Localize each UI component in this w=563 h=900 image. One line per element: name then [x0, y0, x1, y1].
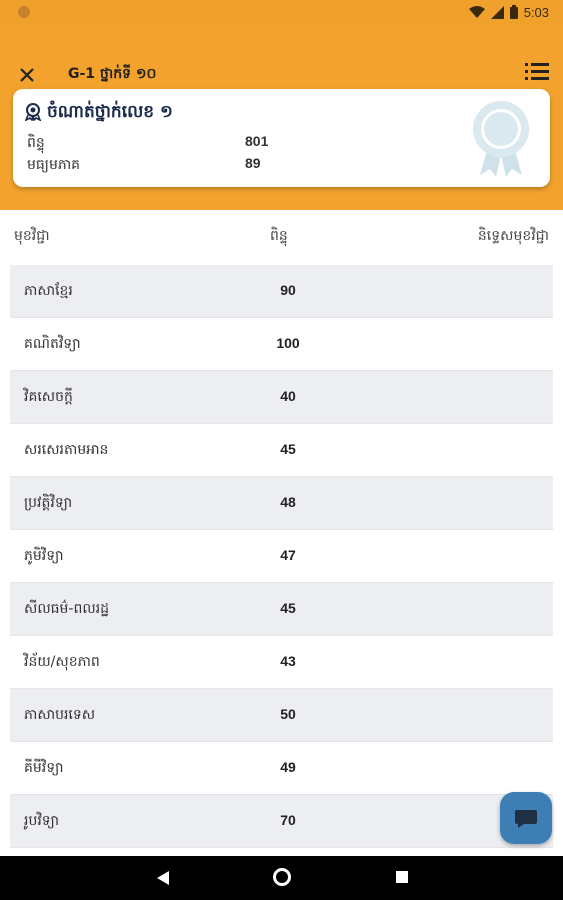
subject-score: 47	[280, 547, 296, 563]
close-icon	[20, 68, 34, 82]
header-subject: មុខវិជ្ជា	[14, 228, 50, 244]
chat-button[interactable]	[500, 792, 552, 844]
subject-name: ភូមិវិទ្យា	[24, 548, 64, 564]
subject-list: ភាសាខ្មែរ 90 គណិតវិទ្យា 100 វិគសេចក្តី 40 ស…	[10, 265, 553, 848]
page-title: G-1 ថ្នាក់ទី ១០	[68, 66, 157, 82]
score-value: 801	[245, 133, 269, 149]
subject-score: 100	[276, 335, 300, 351]
average-value: 89	[245, 155, 261, 171]
table-row[interactable]: វិន័យ/សុខភាព 43	[10, 636, 553, 689]
table-row[interactable]: គណិតវិទ្យា 100	[10, 318, 553, 371]
back-icon[interactable]	[157, 871, 169, 885]
recent-apps-icon[interactable]	[396, 871, 408, 883]
rank-summary-card: ចំណាត់ថ្នាក់លេខ ១ ពិន្ទុ 801 មធ្យមភាគ 89	[13, 89, 550, 187]
subject-name: រូបវិទ្យា	[24, 813, 60, 829]
score-label: ពិន្ទុ	[27, 135, 45, 151]
table-row[interactable]: គីមីវិទ្យា 49	[10, 742, 553, 795]
chat-icon	[515, 810, 537, 828]
subject-score: 90	[280, 282, 296, 298]
medal-icon	[25, 103, 41, 121]
list-menu-button[interactable]	[525, 62, 551, 86]
award-badge-icon	[473, 101, 529, 177]
subject-score: 70	[280, 812, 296, 828]
system-nav-bar	[0, 856, 563, 900]
subject-name: ប្រវត្តិវិទ្យា	[24, 495, 73, 511]
subject-name: គណិតវិទ្យា	[24, 336, 81, 352]
header-grade: និទ្ទេសមុខវិជ្ជា	[477, 228, 549, 244]
subject-score: 48	[280, 494, 296, 510]
subject-name: វិន័យ/សុខភាព	[24, 654, 100, 670]
battery-icon	[509, 5, 518, 19]
subject-name: ភាសាខ្មែរ	[24, 283, 73, 299]
notification-dot-icon	[18, 6, 30, 18]
table-row[interactable]: សរសេរតាមអាន 45	[10, 424, 553, 477]
table-row[interactable]: ប្រវត្តិវិទ្យា 48	[10, 477, 553, 530]
subject-name: វិគសេចក្តី	[24, 389, 73, 405]
table-row[interactable]: រូបវិទ្យា 70	[10, 795, 553, 848]
subject-score: 50	[280, 706, 296, 722]
status-bar: 5:03	[0, 0, 563, 24]
table-row[interactable]: ភាសាខ្មែរ 90	[10, 265, 553, 318]
subject-name: សរសេរតាមអាន	[24, 442, 109, 458]
table-row[interactable]: ភូមិវិទ្យា 47	[10, 530, 553, 583]
subject-score: 45	[280, 600, 296, 616]
subject-name: គីមីវិទ្យា	[24, 760, 64, 776]
table-row[interactable]: សីលធម៌-ពលរដ្ឋ 45	[10, 583, 553, 636]
subject-score: 45	[280, 441, 296, 457]
table-row[interactable]: វិគសេចក្តី 40	[10, 371, 553, 424]
table-header: មុខវិជ្ជា ពិន្ទុ និទ្ទេសមុខវិជ្ជា	[0, 210, 563, 260]
subject-score: 40	[280, 388, 296, 404]
close-button[interactable]	[14, 62, 40, 88]
subject-name: ភាសាបរទេស	[24, 707, 96, 723]
home-icon[interactable]	[273, 868, 291, 886]
list-icon	[525, 63, 549, 80]
status-icons: 5:03	[468, 3, 549, 21]
table-row[interactable]: ភាសាបរទេស 50	[10, 689, 553, 742]
subject-score: 49	[280, 759, 296, 775]
signal-icon	[490, 5, 504, 19]
subject-score: 43	[280, 653, 296, 669]
status-time: 5:03	[523, 4, 549, 20]
header-score: ពិន្ទុ	[270, 228, 288, 244]
average-label: មធ្យមភាគ	[27, 157, 81, 173]
wifi-icon	[468, 5, 485, 18]
subject-name: សីលធម៌-ពលរដ្ឋ	[24, 601, 110, 617]
rank-title: ចំណាត់ថ្នាក់លេខ ១	[47, 102, 173, 122]
